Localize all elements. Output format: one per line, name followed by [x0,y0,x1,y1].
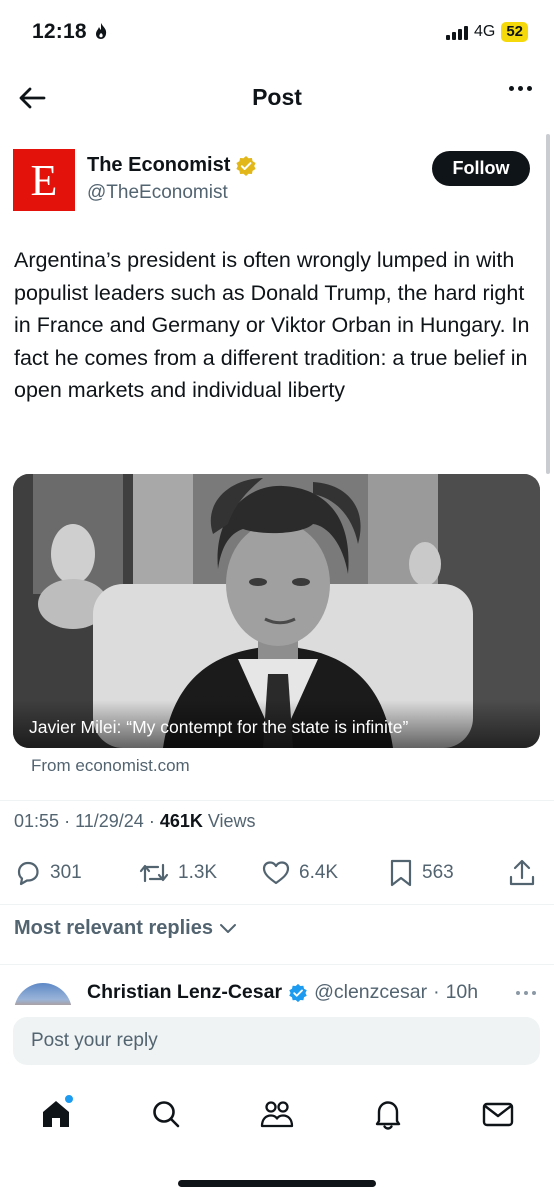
heart-icon [262,861,290,885]
repost-button[interactable]: 1.3K [138,853,217,893]
bookmark-button[interactable]: 563 [388,853,454,893]
link-source[interactable]: From economist.com [31,756,190,776]
network-label: 4G [473,23,496,40]
reply-count: 301 [50,862,82,883]
views-label: Views [207,811,256,831]
signal-icon [445,24,468,40]
verified-gold-badge-icon [236,155,256,176]
reply-author-row[interactable]: Christian Lenz-Cesar @clenzcesar · 10h [87,981,478,1004]
tab-notifications[interactable] [368,1094,408,1134]
focus-flame-icon [95,23,106,39]
divider [0,964,554,965]
notifications-icon [375,1101,401,1130]
post-text: Argentina’s president is often wrongly l… [14,248,530,402]
views-count: 461K [159,811,203,831]
communities-icon [260,1101,294,1128]
tab-home[interactable] [36,1094,76,1134]
post-date: 11/29/24 [75,811,144,831]
share-button[interactable] [508,853,536,893]
repost-icon [139,863,169,883]
repost-count: 1.3K [178,862,218,883]
reply-age: 10h [445,981,479,1003]
verified-blue-badge-icon [289,983,307,1002]
reply-button[interactable]: 301 [14,853,82,893]
like-count: 6.4K [299,862,339,883]
back-button[interactable] [14,80,50,116]
status-time: 12:18 [32,20,109,44]
post-time: 01:55 [14,811,60,831]
tab-search[interactable] [146,1094,186,1134]
home-indicator [178,1180,376,1187]
reply-author-handle: @clenzcesar [314,981,428,1003]
replies-sort-label: Most relevant replies [14,917,213,939]
author-handle[interactable]: @TheEconomist [87,182,228,204]
reply-compose-box[interactable] [13,1017,540,1065]
reply-author-name: Christian Lenz-Cesar [87,981,283,1003]
more-options-button[interactable] [509,86,532,91]
media-caption-overlay: Javier Milei: “My contempt for the state… [13,700,540,748]
reply-input[interactable] [13,1029,540,1053]
share-icon [509,859,535,886]
replies-sort-dropdown[interactable]: Most relevant replies [14,917,237,940]
notification-dot [64,1094,74,1104]
tab-messages[interactable] [478,1094,518,1134]
post-actions: 301 1.3K 6.4K 563 [14,853,540,893]
search-icon [153,1101,180,1128]
reply-more-button[interactable] [516,991,536,995]
back-arrow-icon [19,87,46,109]
media-caption: Javier Milei: “My contempt for the state… [29,717,409,737]
author-avatar[interactable]: E [13,149,75,211]
avatar-logo-letter: E [30,155,58,205]
author-name-row[interactable]: The Economist [87,154,257,177]
messages-icon [482,1102,514,1127]
battery-badge: 52 [501,22,528,42]
tab-communities[interactable] [257,1094,297,1134]
divider [0,800,554,801]
bookmark-count: 563 [422,862,454,883]
page-title: Post [252,84,302,110]
author-name: The Economist [87,154,231,176]
scrollbar[interactable] [546,134,550,474]
chevron-down-icon [219,923,236,933]
bookmark-icon [390,859,412,887]
divider [0,904,554,905]
follow-button[interactable]: Follow [432,151,530,186]
status-indicators: 4G 52 [445,22,528,42]
post-meta: 01:55 · 11/29/24 · 461K Views [14,811,256,831]
reply-icon [17,861,39,886]
link-card-image[interactable]: Javier Milei: “My contempt for the state… [13,474,540,748]
like-button[interactable]: 6.4K [261,853,338,893]
